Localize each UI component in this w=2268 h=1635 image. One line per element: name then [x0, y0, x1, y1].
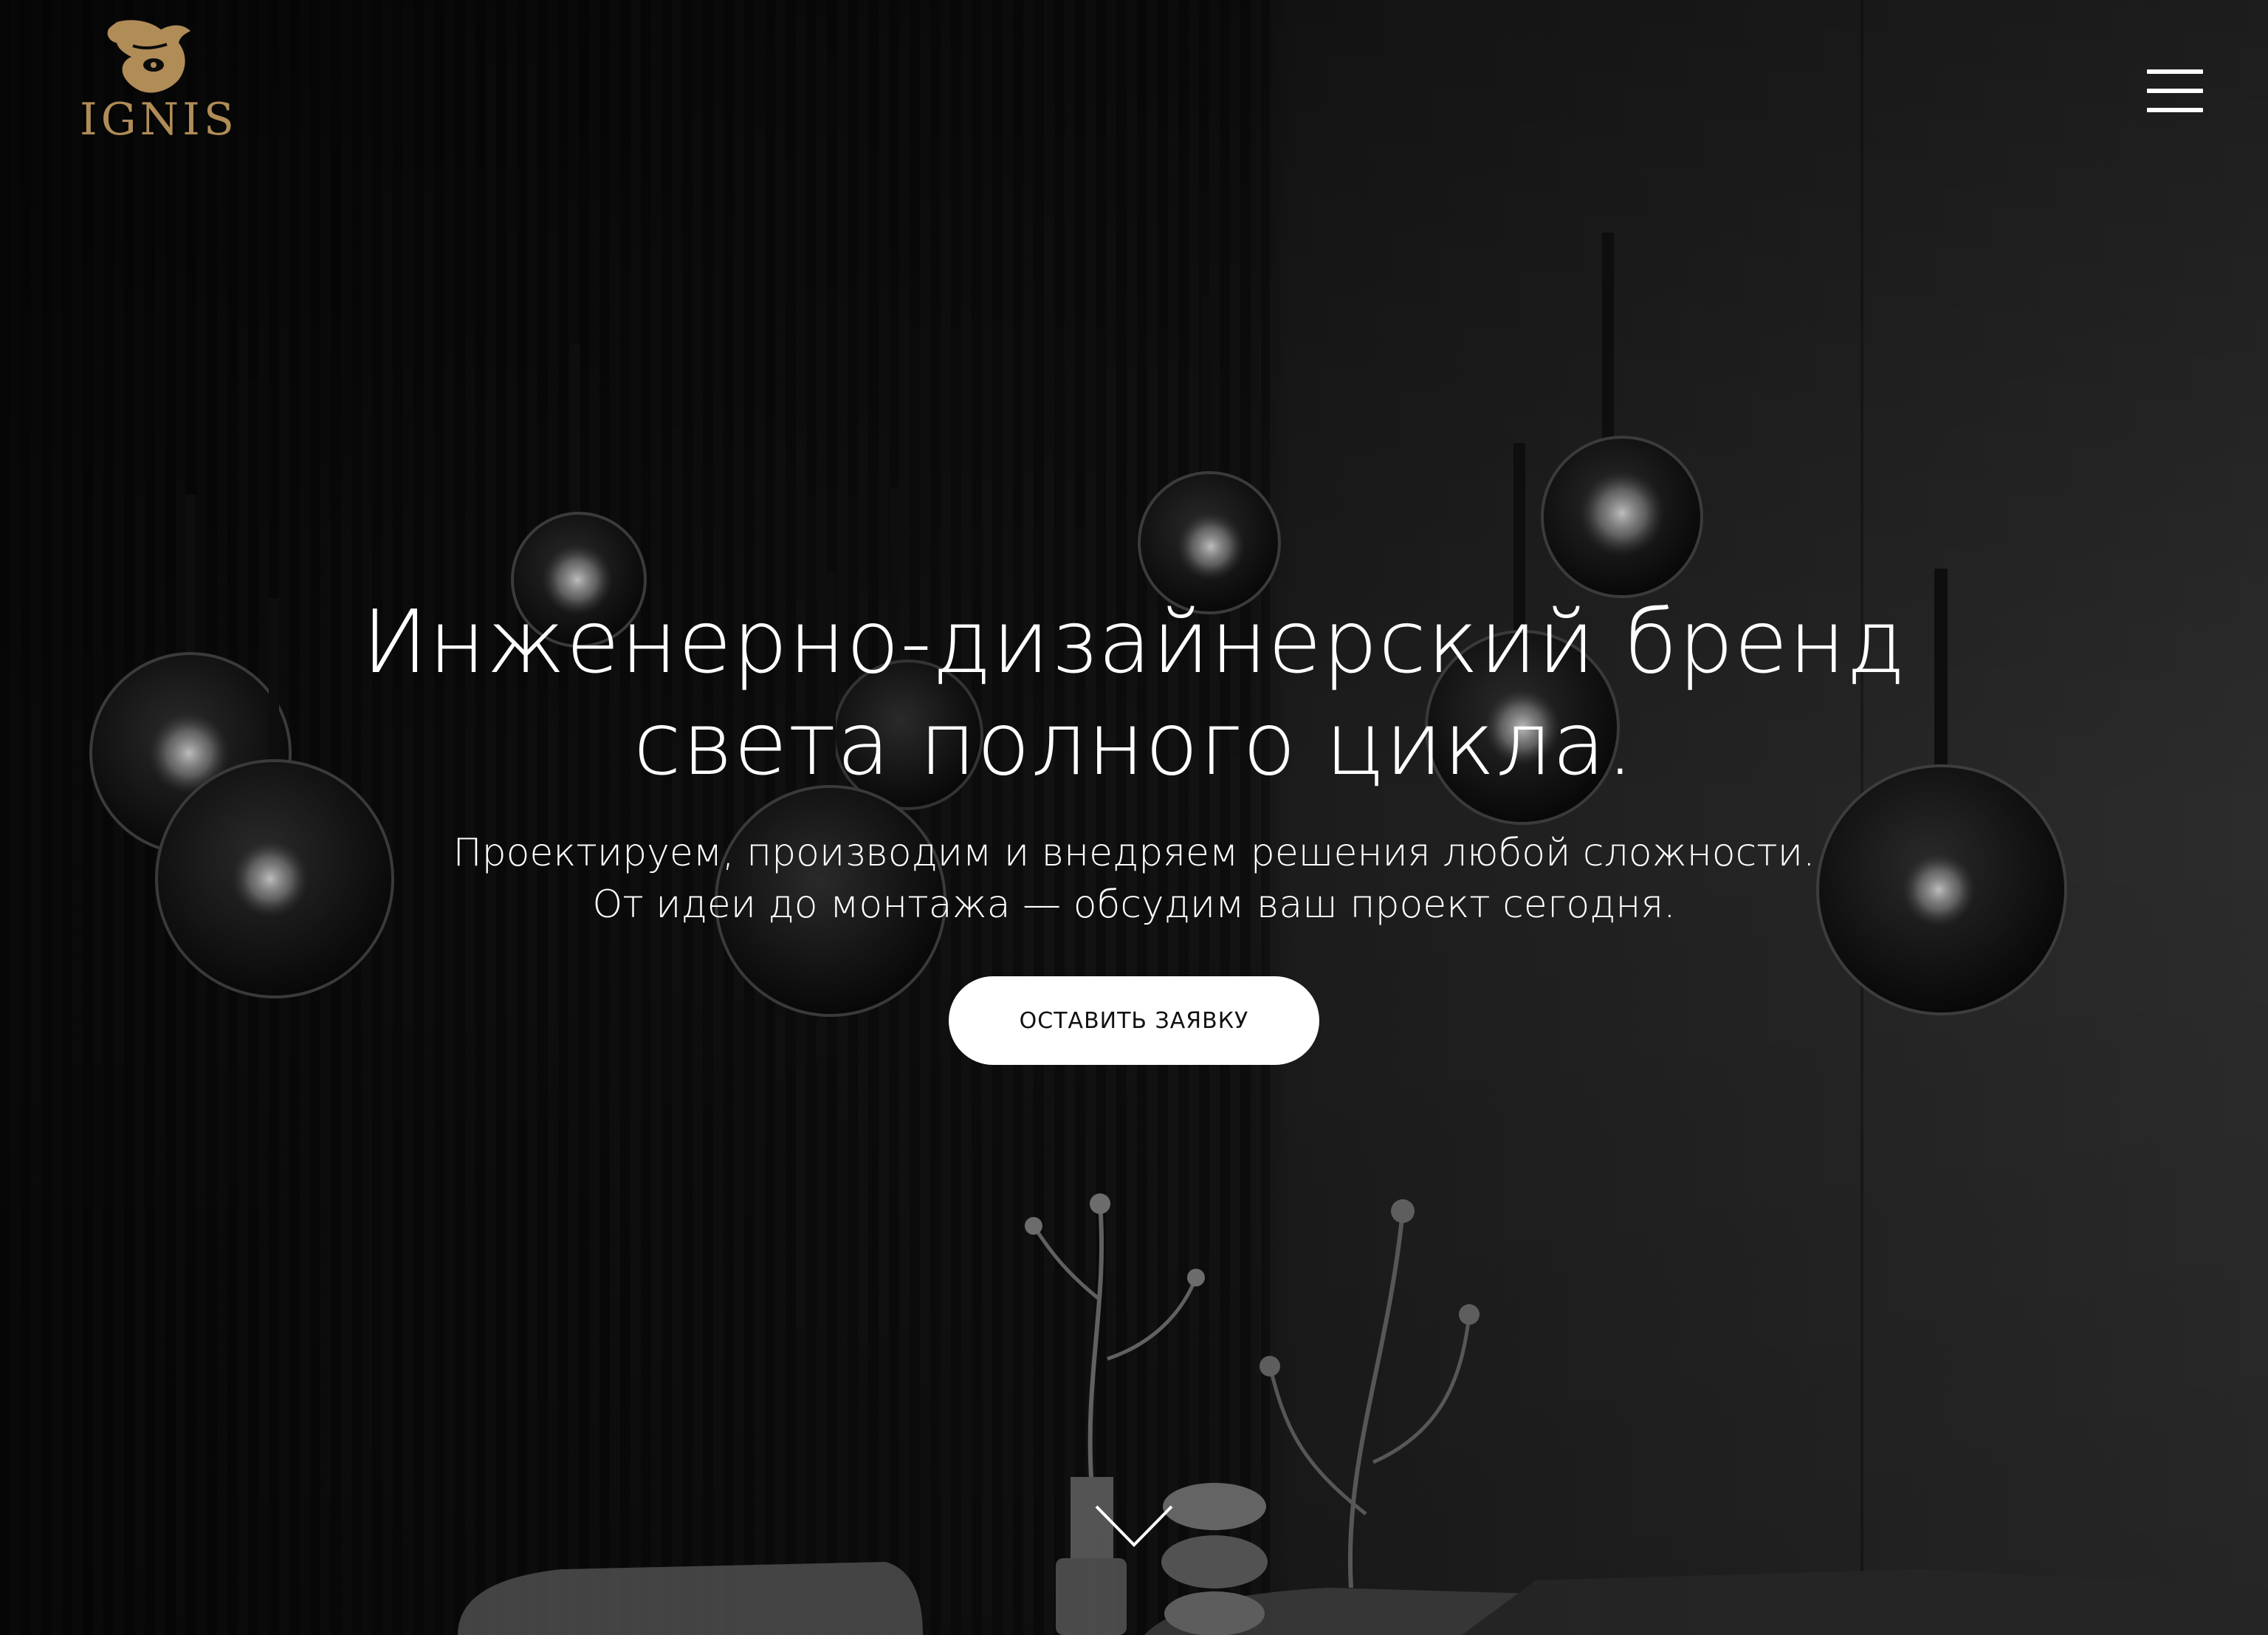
hero-subtitle-line2: От идеи до монтажа — обсудим ваш проект …	[592, 882, 1676, 927]
hero-subtitle: Проектируем, производим и внедряем решен…	[295, 827, 1973, 930]
menu-line	[2147, 69, 2203, 74]
hamburger-menu-icon[interactable]	[2147, 69, 2203, 112]
brand-logo[interactable]: IGNIS	[80, 16, 238, 149]
brand-name: IGNIS	[80, 94, 238, 145]
hero-headline: Инженерно-дизайнерский бренд света полно…	[295, 591, 1973, 795]
hero-subtitle-line1: Проектируем, производим и внедряем решен…	[453, 831, 1815, 875]
owl-icon	[107, 20, 190, 93]
hero-headline-line1: Инженерно-дизайнерский бренд	[362, 591, 1906, 693]
chevron-down-icon[interactable]	[1093, 1504, 1175, 1549]
menu-line	[2147, 108, 2203, 112]
hero-section: IGNIS Инженерно-дизайнерский бренд света…	[0, 0, 2268, 1635]
hero-headline-line2: света полного цикла.	[633, 693, 1635, 795]
menu-line	[2147, 89, 2203, 93]
submit-request-button[interactable]: ОСТАВИТЬ ЗАЯВКУ	[949, 976, 1319, 1065]
hero-background-image	[0, 0, 2268, 1635]
